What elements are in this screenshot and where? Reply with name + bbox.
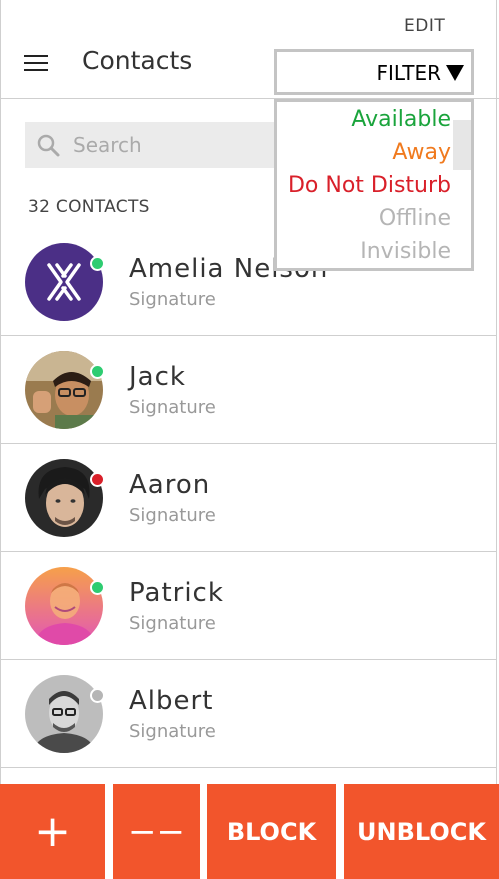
avatar <box>25 243 103 321</box>
status-online-indicator <box>90 580 105 595</box>
filter-dropdown-menu: Available Away Do Not Disturb Offline In… <box>274 99 474 271</box>
avatar <box>25 567 103 645</box>
avatar <box>25 351 103 429</box>
search-placeholder: Search <box>73 133 142 157</box>
unblock-button[interactable]: UNBLOCK <box>344 784 499 879</box>
remove-contact-button[interactable]: −− <box>113 784 200 879</box>
status-online-indicator <box>90 256 105 271</box>
block-button[interactable]: BLOCK <box>207 784 336 879</box>
contact-row[interactable]: Patrick Signature <box>0 552 497 660</box>
contact-row[interactable]: Albert Signature <box>0 660 497 768</box>
contact-name: Albert <box>129 686 214 716</box>
filter-label: FILTER <box>376 61 441 85</box>
contact-name: Aaron <box>129 470 211 500</box>
contact-list: Amelia Nelson Signature Jack Signature A… <box>0 228 497 768</box>
contact-row[interactable]: Jack Signature <box>0 336 497 444</box>
add-contact-button[interactable]: + <box>0 784 105 879</box>
dropdown-scrollbar[interactable] <box>453 120 471 170</box>
status-offline-indicator <box>90 688 105 703</box>
contact-row[interactable]: Aaron Signature <box>0 444 497 552</box>
contact-signature: Signature <box>129 721 216 742</box>
filter-dropdown-button[interactable]: FILTER <box>274 49 474 95</box>
search-icon <box>37 134 60 157</box>
filter-option-available[interactable]: Available <box>351 107 451 132</box>
triangle-down-icon <box>446 65 464 81</box>
hamburger-menu-icon[interactable] <box>24 55 48 75</box>
action-bar: + −− BLOCK UNBLOCK <box>0 784 499 879</box>
contact-signature: Signature <box>129 613 216 634</box>
status-online-indicator <box>90 364 105 379</box>
avatar <box>25 675 103 753</box>
contact-signature: Signature <box>129 289 216 310</box>
contact-name: Patrick <box>129 578 224 608</box>
page-title: Contacts <box>82 46 193 75</box>
contact-signature: Signature <box>129 505 216 526</box>
status-busy-indicator <box>90 472 105 487</box>
contact-signature: Signature <box>129 397 216 418</box>
contacts-count: 32 CONTACTS <box>28 197 150 217</box>
filter-option-invisible[interactable]: Invisible <box>360 239 451 264</box>
filter-option-offline[interactable]: Offline <box>379 206 451 231</box>
filter-option-away[interactable]: Away <box>392 140 451 165</box>
avatar <box>25 459 103 537</box>
filter-option-do-not-disturb[interactable]: Do Not Disturb <box>288 173 451 198</box>
contact-name: Jack <box>129 362 186 392</box>
edit-button[interactable]: EDIT <box>404 16 445 36</box>
